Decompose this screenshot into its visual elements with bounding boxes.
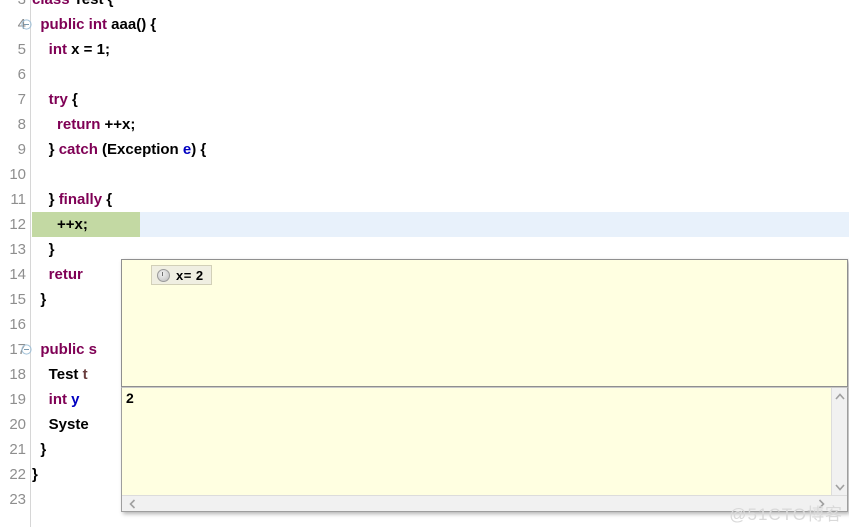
line-number: 23: [9, 491, 26, 508]
code-line-row[interactable]: 11 } finally {: [0, 187, 849, 212]
code-line-row[interactable]: 8 return ++x;: [0, 112, 849, 137]
code-line-row[interactable]: 4 public int aaa() {: [0, 12, 849, 37]
code-text: try {: [48, 91, 78, 108]
line-number: 13: [9, 241, 26, 258]
line-number: 21: [9, 441, 26, 458]
code-line-row[interactable]: 6: [0, 62, 849, 87]
code-line-row[interactable]: 9 } catch (Exception e) {: [0, 137, 849, 162]
debug-inspect-popup[interactable]: x= 2 2: [121, 259, 848, 512]
line-number: 7: [17, 91, 26, 108]
fold-collapse-icon[interactable]: [20, 12, 32, 37]
popup-detail-value[interactable]: 2: [122, 388, 831, 495]
scroll-down-arrow[interactable]: [832, 479, 848, 495]
code-line-row[interactable]: 12 ++x;: [0, 212, 849, 237]
fold-collapse-icon[interactable]: [20, 337, 32, 362]
line-number: 14: [9, 266, 26, 283]
code-text: return ++x;: [57, 116, 136, 133]
code-line-row[interactable]: 5 int x = 1;: [0, 37, 849, 62]
line-number: 18: [9, 366, 26, 383]
line-number: 11: [10, 191, 26, 208]
code-line-row[interactable]: 7 try {: [0, 87, 849, 112]
watermark: @51CTO博客: [729, 505, 843, 524]
code-text: class Test {: [32, 0, 849, 12]
popup-upper-panel: x= 2: [121, 259, 848, 387]
code-text: public int aaa() {: [40, 16, 157, 33]
line-number: 8: [17, 116, 26, 133]
popup-lower-panel: 2: [121, 387, 848, 512]
code-text: } finally {: [32, 191, 113, 208]
line-number: 5: [17, 41, 26, 58]
line-number: 22: [9, 466, 26, 483]
line-number: 9: [17, 141, 26, 158]
line-number: 15: [9, 291, 26, 308]
line-number: 19: [9, 391, 26, 408]
variable-value-tooltip[interactable]: x= 2: [151, 265, 212, 285]
line-number: 3: [0, 0, 26, 12]
variable-value-text: x= 2: [176, 267, 204, 283]
variable-icon: [157, 268, 170, 282]
line-number: 16: [9, 316, 26, 333]
code-text: ++x;: [32, 216, 88, 233]
code-line-row[interactable]: 3 class Test {: [0, 0, 849, 12]
scroll-up-arrow[interactable]: [832, 388, 848, 404]
line-number: 10: [9, 166, 26, 183]
code-text: int x = 1;: [48, 41, 110, 58]
code-line-row[interactable]: 10: [0, 162, 849, 187]
code-text: } catch (Exception e) {: [32, 141, 207, 158]
line-number: 20: [9, 416, 26, 433]
popup-vertical-scrollbar[interactable]: [831, 388, 847, 495]
line-number: 12: [9, 216, 26, 233]
line-number: 6: [17, 66, 26, 83]
scroll-left-arrow[interactable]: [124, 496, 140, 512]
